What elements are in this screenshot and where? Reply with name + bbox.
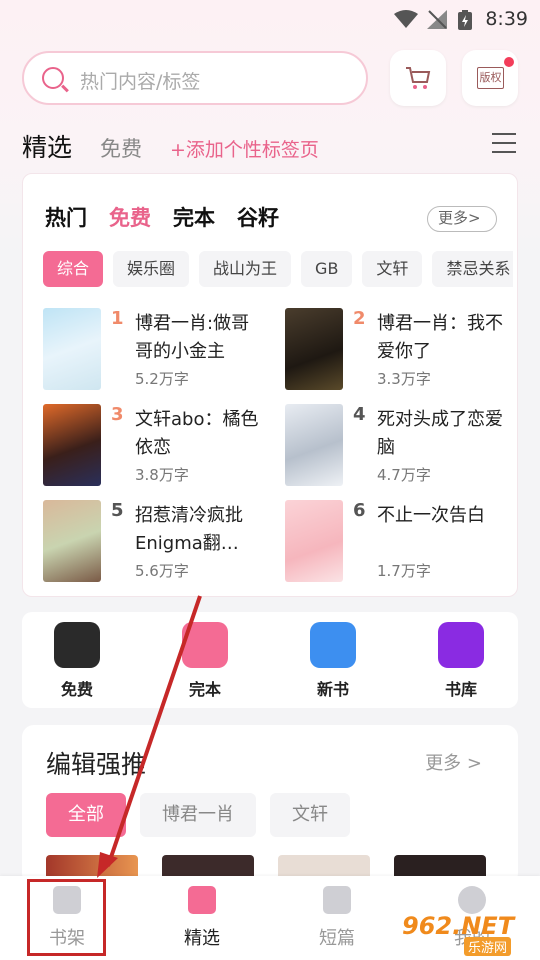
book-item[interactable]: 4 死对头成了恋爱脑 4.7万字	[285, 404, 515, 486]
book-cover	[285, 308, 343, 390]
library-icon	[438, 622, 484, 668]
clock: 8:39	[485, 8, 528, 30]
quick-free[interactable]: 免费	[42, 622, 112, 700]
copyright-label: 版权	[477, 67, 504, 89]
chip-all[interactable]: 综合	[43, 251, 104, 287]
search-bar[interactable]: 热门内容/标签	[22, 51, 368, 105]
chip-entertainment[interactable]: 娱乐圈	[113, 251, 190, 287]
free-icon	[54, 622, 100, 668]
editor-filter-pills: 全部 博君一肖 文轩	[46, 793, 364, 837]
tab-hot[interactable]: 热门	[45, 202, 87, 232]
book-item[interactable]: 3 文轩abo：橘色依恋 3.8万字	[43, 404, 273, 486]
cart-button[interactable]	[390, 50, 446, 106]
top-tabs: 精选 免费 +添加个性标签页	[22, 128, 319, 162]
profile-icon	[458, 886, 486, 914]
book-cover	[43, 404, 101, 486]
tab-free-ranking[interactable]: 免费	[109, 202, 151, 232]
book-title: 招惹清冷疯批Enigma翻…	[135, 505, 243, 554]
battery-charging-icon	[458, 10, 472, 30]
book-word-count: 4.7万字	[377, 466, 431, 484]
book-word-count: 1.7万字	[377, 562, 431, 580]
quick-library-label: 书库	[444, 680, 477, 699]
editor-picks-title: 编辑强推	[46, 750, 147, 779]
new-book-icon	[310, 622, 356, 668]
ranking-tabs: 热门 免费 完本 谷籽	[45, 202, 301, 232]
quick-entry-row: 免费 完本 新书 书库	[22, 612, 518, 708]
book-rank: 2	[353, 308, 366, 329]
nav-short[interactable]: 短篇	[297, 886, 377, 950]
quick-complete[interactable]: 完本	[170, 622, 240, 700]
quick-new[interactable]: 新书	[298, 622, 368, 700]
quick-library[interactable]: 书库	[426, 622, 496, 700]
menu-icon[interactable]	[492, 133, 516, 153]
short-story-icon	[323, 886, 351, 914]
book-title: 文轩abo：橘色依恋	[135, 409, 259, 458]
notification-dot	[504, 57, 514, 67]
watermark-sub: 乐游网	[464, 937, 512, 956]
pill-all[interactable]: 全部	[46, 793, 126, 837]
book-title: 不止一次告白	[377, 505, 485, 526]
highlight-box	[27, 879, 106, 956]
more-button[interactable]: 更多>	[427, 206, 497, 232]
search-placeholder: 热门内容/标签	[80, 71, 201, 93]
book-title: 博君一肖：我不爱你了	[377, 313, 503, 362]
complete-icon	[182, 622, 228, 668]
nav-featured-label: 精选	[184, 928, 220, 949]
tab-complete[interactable]: 完本	[173, 202, 215, 232]
editor-picks-card: 编辑强推 更多 > 全部 博君一肖 文轩	[22, 725, 518, 885]
featured-star-icon	[188, 886, 216, 914]
watermark: 962.NET 乐游网	[402, 912, 532, 956]
cart-icon	[406, 67, 431, 89]
book-cover	[43, 500, 101, 582]
book-rank: 5	[111, 500, 124, 521]
add-tab-button[interactable]: +添加个性标签页	[170, 135, 319, 162]
book-rank: 1	[111, 308, 124, 329]
quick-free-label: 免费	[60, 680, 93, 699]
book-rank: 3	[111, 404, 124, 425]
watermark-main: 962.NET	[402, 912, 515, 940]
book-item[interactable]: 1 博君一肖:做哥哥的小金主 5.2万字	[43, 308, 273, 390]
search-icon	[42, 67, 64, 89]
quick-complete-label: 完本	[188, 680, 221, 699]
chip-gb[interactable]: GB	[301, 251, 353, 287]
quick-new-label: 新书	[316, 680, 349, 699]
chip-taboo[interactable]: 禁忌关系	[432, 251, 513, 287]
chip-zhanshan[interactable]: 战山为王	[199, 251, 292, 287]
book-title: 博君一肖:做哥哥的小金主	[135, 313, 250, 362]
nav-featured[interactable]: 精选	[162, 886, 242, 950]
tab-free[interactable]: 免费	[100, 133, 142, 163]
editor-more-link[interactable]: 更多 >	[425, 749, 482, 775]
category-chips: 综合 娱乐圈 战山为王 GB 文轩 禁忌关系	[43, 251, 513, 291]
book-item[interactable]: 5 招惹清冷疯批Enigma翻… 5.6万字	[43, 500, 273, 582]
pill-wenxuan[interactable]: 文轩	[270, 793, 350, 837]
book-item[interactable]: 6 不止一次告白 1.7万字	[285, 500, 515, 582]
copyright-button[interactable]: 版权	[462, 50, 518, 106]
book-cover	[285, 404, 343, 486]
status-bar: 8:39	[0, 0, 540, 36]
pill-bojun[interactable]: 博君一肖	[140, 793, 256, 837]
book-rank: 4	[353, 404, 366, 425]
hot-ranking-card: 热门 免费 完本 谷籽 更多> 综合 娱乐圈 战山为王 GB 文轩 禁忌关系 1 博君一肖…	[22, 173, 518, 597]
signal-off-icon	[427, 10, 447, 29]
tab-merch[interactable]: 谷籽	[237, 202, 279, 232]
book-item[interactable]: 2 博君一肖：我不爱你了 3.3万字	[285, 308, 515, 390]
book-word-count: 3.3万字	[377, 370, 431, 388]
tab-featured[interactable]: 精选	[22, 128, 72, 164]
book-rank: 6	[353, 500, 366, 521]
book-word-count: 3.8万字	[135, 466, 189, 484]
chip-wenxuan[interactable]: 文轩	[362, 251, 423, 287]
book-word-count: 5.2万字	[135, 370, 189, 388]
wifi-icon	[394, 10, 418, 28]
book-title: 死对头成了恋爱脑	[377, 409, 503, 458]
book-cover	[285, 500, 343, 582]
book-cover	[43, 308, 101, 390]
book-word-count: 5.6万字	[135, 562, 189, 580]
nav-short-label: 短篇	[319, 928, 355, 949]
